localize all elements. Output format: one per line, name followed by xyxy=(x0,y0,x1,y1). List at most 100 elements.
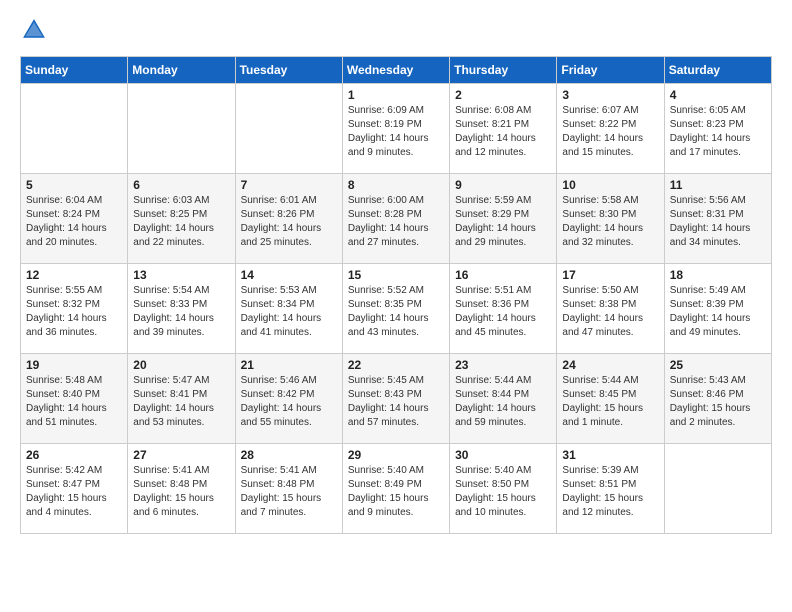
calendar-cell: 7Sunrise: 6:01 AM Sunset: 8:26 PM Daylig… xyxy=(235,174,342,264)
calendar-cell: 8 Sunrise: 6:00 AM Sunset: 8:28 PM Daylig… xyxy=(342,174,449,264)
day-number: 18 xyxy=(670,268,766,282)
calendar-cell: 19 Sunrise: 5:48 AM Sunset: 8:40 PM Dayli… xyxy=(21,354,128,444)
day-number: 11 xyxy=(670,178,766,192)
day-info: Sunrise: 5:41 AM Sunset: 8:48 PM Dayligh… xyxy=(133,464,229,520)
day-number: 2 xyxy=(455,88,551,102)
day-info: Sunrise: 6:08 AM Sunset: 8:21 PM Dayligh… xyxy=(455,104,551,160)
calendar-cell xyxy=(21,84,128,174)
day-info: Sunrise: 6:05 AM Sunset: 8:23 PM Dayligh… xyxy=(670,104,766,160)
day-number: 25 xyxy=(670,358,766,372)
day-info: Sunrise: 5:44 AM Sunset: 8:44 PM Dayligh… xyxy=(455,374,551,430)
calendar-cell: 14 Sunrise: 5:53 AM Sunset: 8:34 PM Dayli… xyxy=(235,264,342,354)
calendar-cell: 2 Sunrise: 6:08 AM Sunset: 8:21 PM Daylig… xyxy=(450,84,557,174)
calendar-cell: 1Sunrise: 6:09 AM Sunset: 8:19 PM Daylig… xyxy=(342,84,449,174)
day-number: 28 xyxy=(241,448,337,462)
day-info: Sunrise: 6:07 AM Sunset: 8:22 PM Dayligh… xyxy=(562,104,658,160)
day-number: 10 xyxy=(562,178,658,192)
day-info: Sunrise: 5:42 AM Sunset: 8:47 PM Dayligh… xyxy=(26,464,122,520)
calendar-cell: 24 Sunrise: 5:44 AM Sunset: 8:45 PM Dayli… xyxy=(557,354,664,444)
calendar-cell: 29 Sunrise: 5:40 AM Sunset: 8:49 PM Dayli… xyxy=(342,444,449,534)
calendar-cell xyxy=(235,84,342,174)
day-number: 8 xyxy=(348,178,444,192)
day-number: 22 xyxy=(348,358,444,372)
page-header xyxy=(20,16,772,44)
day-info: Sunrise: 5:44 AM Sunset: 8:45 PM Dayligh… xyxy=(562,374,658,430)
day-info: Sunrise: 6:03 AM Sunset: 8:25 PM Dayligh… xyxy=(133,194,229,250)
day-info: Sunrise: 5:39 AM Sunset: 8:51 PM Dayligh… xyxy=(562,464,658,520)
day-info: Sunrise: 5:47 AM Sunset: 8:41 PM Dayligh… xyxy=(133,374,229,430)
calendar-week: 12 Sunrise: 5:55 AM Sunset: 8:32 PM Dayli… xyxy=(21,264,772,354)
calendar-cell xyxy=(664,444,771,534)
calendar-cell: 9 Sunrise: 5:59 AM Sunset: 8:29 PM Daylig… xyxy=(450,174,557,264)
day-info: Sunrise: 5:50 AM Sunset: 8:38 PM Dayligh… xyxy=(562,284,658,340)
day-info: Sunrise: 6:04 AM Sunset: 8:24 PM Dayligh… xyxy=(26,194,122,250)
day-info: Sunrise: 5:51 AM Sunset: 8:36 PM Dayligh… xyxy=(455,284,551,340)
day-number: 15 xyxy=(348,268,444,282)
logo-icon xyxy=(20,16,48,44)
day-number: 19 xyxy=(26,358,122,372)
calendar-cell: 18 Sunrise: 5:49 AM Sunset: 8:39 PM Dayli… xyxy=(664,264,771,354)
day-number: 16 xyxy=(455,268,551,282)
day-info: Sunrise: 5:55 AM Sunset: 8:32 PM Dayligh… xyxy=(26,284,122,340)
calendar-cell: 6 Sunrise: 6:03 AM Sunset: 8:25 PM Daylig… xyxy=(128,174,235,264)
calendar-cell: 10 Sunrise: 5:58 AM Sunset: 8:30 PM Dayli… xyxy=(557,174,664,264)
day-number: 9 xyxy=(455,178,551,192)
day-number: 23 xyxy=(455,358,551,372)
day-header: Monday xyxy=(128,57,235,84)
calendar-cell: 27 Sunrise: 5:41 AM Sunset: 8:48 PM Dayli… xyxy=(128,444,235,534)
day-info: Sunrise: 5:56 AM Sunset: 8:31 PM Dayligh… xyxy=(670,194,766,250)
calendar-week: 26Sunrise: 5:42 AM Sunset: 8:47 PM Dayli… xyxy=(21,444,772,534)
day-info: Sunrise: 5:46 AM Sunset: 8:42 PM Dayligh… xyxy=(241,374,337,430)
day-info: Sunrise: 6:09 AM Sunset: 8:19 PM Dayligh… xyxy=(348,104,444,160)
day-number: 31 xyxy=(562,448,658,462)
day-header: Friday xyxy=(557,57,664,84)
day-number: 20 xyxy=(133,358,229,372)
day-info: Sunrise: 5:54 AM Sunset: 8:33 PM Dayligh… xyxy=(133,284,229,340)
calendar-cell: 3 Sunrise: 6:07 AM Sunset: 8:22 PM Daylig… xyxy=(557,84,664,174)
day-number: 12 xyxy=(26,268,122,282)
calendar-cell: 12 Sunrise: 5:55 AM Sunset: 8:32 PM Dayli… xyxy=(21,264,128,354)
calendar-cell: 16 Sunrise: 5:51 AM Sunset: 8:36 PM Dayli… xyxy=(450,264,557,354)
calendar-cell: 31 Sunrise: 5:39 AM Sunset: 8:51 PM Dayli… xyxy=(557,444,664,534)
day-info: Sunrise: 5:40 AM Sunset: 8:49 PM Dayligh… xyxy=(348,464,444,520)
day-number: 3 xyxy=(562,88,658,102)
calendar-cell: 17Sunrise: 5:50 AM Sunset: 8:38 PM Dayli… xyxy=(557,264,664,354)
day-number: 5 xyxy=(26,178,122,192)
calendar-cell xyxy=(128,84,235,174)
day-number: 29 xyxy=(348,448,444,462)
calendar-cell: 28 Sunrise: 5:41 AM Sunset: 8:48 PM Dayli… xyxy=(235,444,342,534)
day-info: Sunrise: 5:58 AM Sunset: 8:30 PM Dayligh… xyxy=(562,194,658,250)
day-info: Sunrise: 6:00 AM Sunset: 8:28 PM Dayligh… xyxy=(348,194,444,250)
day-info: Sunrise: 5:52 AM Sunset: 8:35 PM Dayligh… xyxy=(348,284,444,340)
calendar-cell: 23 Sunrise: 5:44 AM Sunset: 8:44 PM Dayli… xyxy=(450,354,557,444)
calendar-cell: 25 Sunrise: 5:43 AM Sunset: 8:46 PM Dayli… xyxy=(664,354,771,444)
calendar-table: SundayMondayTuesdayWednesdayThursdayFrid… xyxy=(20,56,772,534)
calendar-header: SundayMondayTuesdayWednesdayThursdayFrid… xyxy=(21,57,772,84)
day-info: Sunrise: 5:41 AM Sunset: 8:48 PM Dayligh… xyxy=(241,464,337,520)
calendar-cell: 26Sunrise: 5:42 AM Sunset: 8:47 PM Dayli… xyxy=(21,444,128,534)
day-info: Sunrise: 5:49 AM Sunset: 8:39 PM Dayligh… xyxy=(670,284,766,340)
calendar-cell: 21Sunrise: 5:46 AM Sunset: 8:42 PM Dayli… xyxy=(235,354,342,444)
day-number: 27 xyxy=(133,448,229,462)
calendar-cell: 5 Sunrise: 6:04 AM Sunset: 8:24 PM Daylig… xyxy=(21,174,128,264)
day-number: 7 xyxy=(241,178,337,192)
day-number: 13 xyxy=(133,268,229,282)
day-header: Wednesday xyxy=(342,57,449,84)
calendar-week: 19 Sunrise: 5:48 AM Sunset: 8:40 PM Dayli… xyxy=(21,354,772,444)
day-info: Sunrise: 5:53 AM Sunset: 8:34 PM Dayligh… xyxy=(241,284,337,340)
day-info: Sunrise: 5:48 AM Sunset: 8:40 PM Dayligh… xyxy=(26,374,122,430)
day-number: 6 xyxy=(133,178,229,192)
calendar-cell: 30Sunrise: 5:40 AM Sunset: 8:50 PM Dayli… xyxy=(450,444,557,534)
calendar-week: 1Sunrise: 6:09 AM Sunset: 8:19 PM Daylig… xyxy=(21,84,772,174)
day-header: Thursday xyxy=(450,57,557,84)
day-number: 14 xyxy=(241,268,337,282)
calendar-cell: 22 Sunrise: 5:45 AM Sunset: 8:43 PM Dayli… xyxy=(342,354,449,444)
day-info: Sunrise: 5:59 AM Sunset: 8:29 PM Dayligh… xyxy=(455,194,551,250)
day-info: Sunrise: 5:43 AM Sunset: 8:46 PM Dayligh… xyxy=(670,374,766,430)
day-header: Saturday xyxy=(664,57,771,84)
logo xyxy=(20,16,52,44)
day-info: Sunrise: 5:45 AM Sunset: 8:43 PM Dayligh… xyxy=(348,374,444,430)
day-number: 24 xyxy=(562,358,658,372)
calendar-cell: 20 Sunrise: 5:47 AM Sunset: 8:41 PM Dayli… xyxy=(128,354,235,444)
day-info: Sunrise: 5:40 AM Sunset: 8:50 PM Dayligh… xyxy=(455,464,551,520)
